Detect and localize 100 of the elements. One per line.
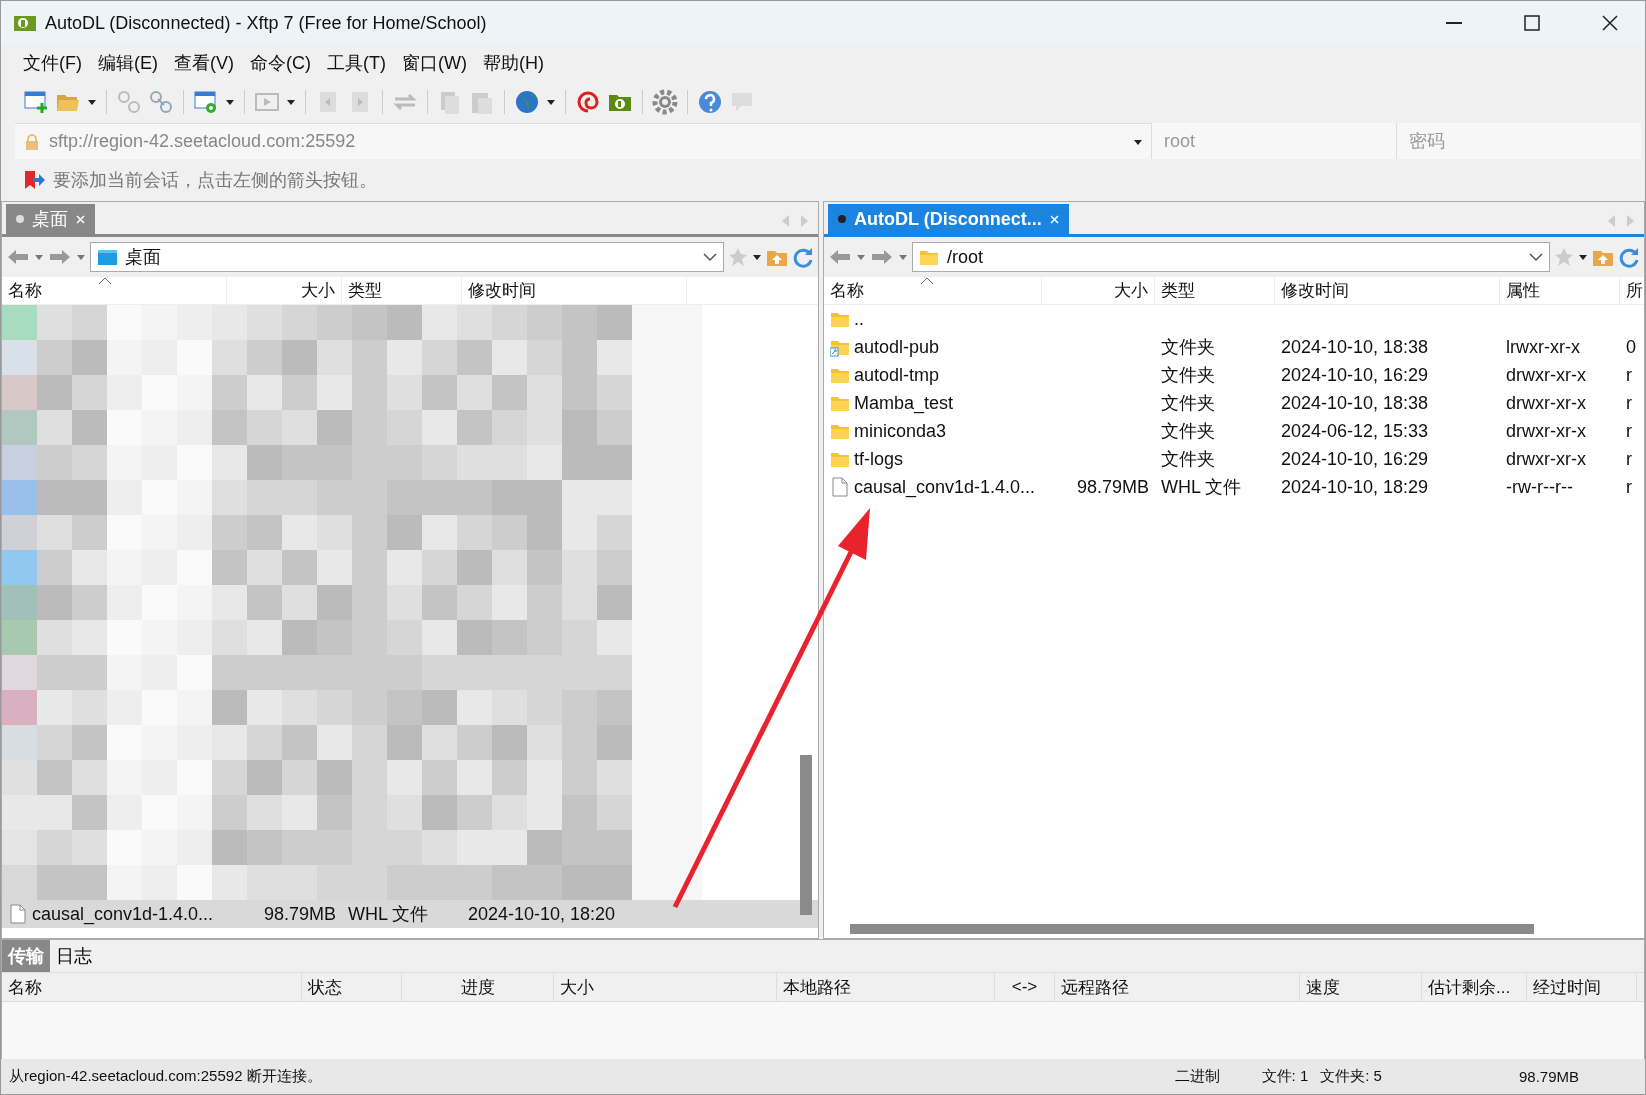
column-header[interactable]: <-> <box>995 973 1055 1001</box>
menu-item[interactable]: 查看(V) <box>166 51 242 75</box>
chevron-down-icon[interactable] <box>1529 252 1543 262</box>
column-header[interactable]: 大小 <box>227 277 342 304</box>
new-window-icon[interactable] <box>23 89 49 115</box>
file-row[interactable]: causal_conv1d-1.4.0... 98.79MB WHL 文件 2024-10-10, 18:20 <box>2 900 818 928</box>
column-header[interactable]: 进度 <box>402 973 554 1001</box>
caret-icon[interactable] <box>752 252 762 262</box>
file-name: autodl-tmp <box>854 364 940 386</box>
column-header[interactable]: 名称 <box>2 973 302 1001</box>
column-header[interactable]: 名称 <box>824 277 1042 304</box>
menu-item[interactable]: 文件(F) <box>15 51 90 75</box>
sort-ascending-icon <box>920 277 934 285</box>
table-cell: lrwxr-xr-x <box>1506 336 1580 358</box>
forward-arrow-icon[interactable] <box>870 248 894 266</box>
menu-item[interactable]: 帮助(H) <box>474 51 552 75</box>
path-field[interactable]: 桌面 <box>90 242 724 272</box>
link-icon[interactable] <box>148 89 174 115</box>
forward-arrow-icon[interactable] <box>48 248 72 266</box>
file-name: .. <box>854 308 864 330</box>
file-row[interactable]: miniconda3 文件夹 2024-06-12, 15:33 drwxr-xr-x r <box>824 417 1644 445</box>
column-header[interactable]: 本地路径 <box>777 973 995 1001</box>
table-cell: r <box>1626 476 1632 498</box>
globe-icon[interactable] <box>514 89 540 115</box>
file-name: autodl-pub <box>854 336 940 358</box>
path-field[interactable]: /root <box>912 242 1550 272</box>
table-cell: 2024-10-10, 18:38 <box>1281 336 1429 358</box>
refresh-icon[interactable] <box>792 246 814 268</box>
sort-ascending-icon <box>98 277 112 285</box>
caret-icon[interactable] <box>1578 252 1588 262</box>
dot-icon <box>838 215 846 223</box>
column-header[interactable]: 所 <box>1620 277 1646 304</box>
table-cell: 0 <box>1626 336 1636 358</box>
back-arrow-icon[interactable] <box>828 248 852 266</box>
unlink-icon[interactable] <box>116 89 142 115</box>
chevron-down-icon[interactable] <box>703 252 717 262</box>
column-header[interactable]: 类型 <box>1155 277 1275 304</box>
star-icon[interactable] <box>1554 247 1574 267</box>
table-cell: r <box>1626 448 1632 470</box>
table-cell: drwxr-xr-x <box>1506 448 1586 470</box>
file-row[interactable]: autodl-pub 文件夹 2024-10-10, 18:38 lrwxr-xr-x 0 <box>824 333 1644 361</box>
password-field[interactable]: 密码 <box>1396 123 1641 159</box>
column-header[interactable]: 类型 <box>342 277 462 304</box>
column-header[interactable]: 修改时间 <box>1275 277 1500 304</box>
column-header[interactable]: 经过时间 <box>1527 973 1637 1001</box>
help-icon[interactable] <box>697 89 723 115</box>
scrollbar-thumb[interactable] <box>850 924 1534 934</box>
spiral-icon[interactable] <box>575 89 601 115</box>
folder-count: 文件夹: 5 <box>1319 1067 1383 1086</box>
window-title: AutoDL (Disconnected) - Xftp 7 (Free for Home/School) <box>45 12 488 34</box>
file-icon <box>8 904 28 924</box>
panel-tab[interactable]: 日志 <box>50 940 98 972</box>
column-header[interactable]: 属性 <box>1500 277 1620 304</box>
table-cell: 2024-10-10, 16:29 <box>1281 448 1429 470</box>
table-cell: r <box>1626 420 1632 442</box>
table-cell: 2024-10-10, 18:20 <box>468 903 616 925</box>
table-cell: r <box>1626 392 1632 414</box>
table-cell: 2024-10-10, 16:29 <box>1281 364 1429 386</box>
window-gear-icon[interactable] <box>193 89 219 115</box>
bookmark-arrow-icon[interactable] <box>23 170 45 190</box>
file-row[interactable]: .. <box>824 305 1644 333</box>
panel-tab[interactable]: 传输 <box>2 940 50 972</box>
minimize-icon <box>1446 22 1462 24</box>
caret-icon[interactable] <box>286 97 296 107</box>
desktop-icon <box>97 247 117 267</box>
pane-tab[interactable]: 桌面 <box>6 204 95 234</box>
star-icon[interactable] <box>728 247 748 267</box>
file-row[interactable]: tf-logs 文件夹 2024-10-10, 16:29 drwxr-xr-x r <box>824 445 1644 473</box>
column-header[interactable]: 速度 <box>1300 973 1422 1001</box>
close-icon[interactable] <box>76 214 85 224</box>
file-row[interactable]: autodl-tmp 文件夹 2024-10-10, 16:29 drwxr-xr-x r <box>824 361 1644 389</box>
column-header[interactable]: 远程路径 <box>1055 973 1300 1001</box>
menu-item[interactable]: 窗口(W) <box>393 51 475 75</box>
caret-icon[interactable] <box>546 97 556 107</box>
hint-text: 要添加当前会话，点击左侧的箭头按钮。 <box>53 169 377 192</box>
close-icon[interactable] <box>1049 214 1059 224</box>
column-header[interactable]: 大小 <box>1042 277 1155 304</box>
column-header[interactable]: 大小 <box>554 973 777 1001</box>
file-row[interactable]: Mamba_test 文件夹 2024-10-10, 18:38 drwxr-xr-x r <box>824 389 1644 417</box>
menu-item[interactable]: 命令(C) <box>242 51 319 75</box>
file-name: tf-logs <box>854 448 904 470</box>
column-header[interactable]: 名称 <box>2 277 227 304</box>
refresh-icon[interactable] <box>1618 246 1640 268</box>
menu-item[interactable]: 工具(T) <box>319 51 394 75</box>
table-cell: drwxr-xr-x <box>1506 420 1586 442</box>
pane-tab[interactable]: AutoDL (Disconnect... <box>828 204 1069 234</box>
table-cell-text: 文件夹 <box>1161 336 1215 359</box>
scrollbar-thumb[interactable] <box>800 755 812 915</box>
caret-icon[interactable] <box>225 97 235 107</box>
table-cell-text: 文件夹 <box>1161 420 1215 443</box>
caret-icon[interactable] <box>87 97 97 107</box>
settings-icon[interactable] <box>652 89 678 115</box>
column-header[interactable]: 修改时间 <box>462 277 687 304</box>
menu-item[interactable]: 编辑(E) <box>90 51 166 75</box>
dot-icon <box>16 215 24 223</box>
file-row[interactable]: causal_conv1d-1.4.0... 98.79MB WHL 文件 2024-10-10, 18:29 -rw-r--r-- r <box>824 473 1644 501</box>
column-header[interactable]: 状态 <box>302 973 402 1001</box>
column-header[interactable]: 估计剩余... <box>1422 973 1527 1001</box>
back-arrow-icon[interactable] <box>6 248 30 266</box>
file-name: causal_conv1d-1.4.0... <box>854 476 1036 498</box>
